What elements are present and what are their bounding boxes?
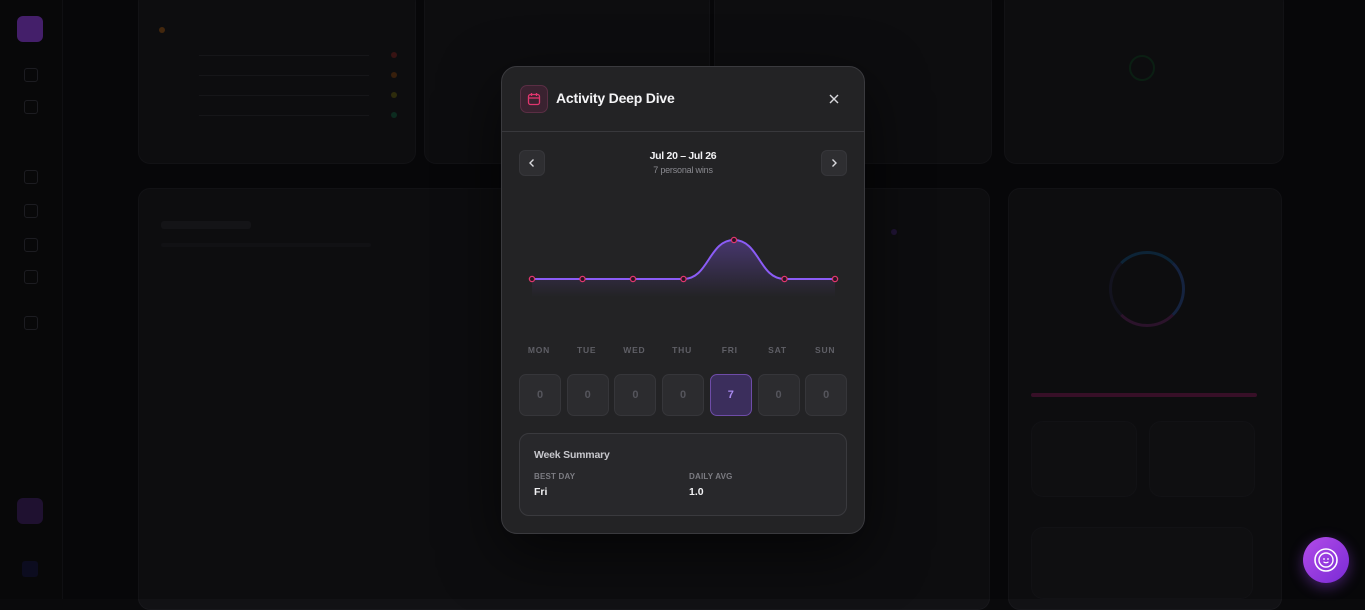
smile-icon bbox=[1314, 548, 1338, 572]
week-subtitle: 7 personal wins bbox=[653, 165, 713, 175]
close-button[interactable] bbox=[824, 89, 844, 109]
day-cell-tue[interactable]: 0 bbox=[566, 374, 609, 416]
day-cell-mon[interactable]: 0 bbox=[519, 374, 561, 416]
day-label-sun: SUN bbox=[815, 345, 836, 355]
day-cell-sun[interactable]: 0 bbox=[805, 374, 848, 416]
modal-header: Activity Deep Dive bbox=[502, 67, 864, 132]
chart-point-tue bbox=[579, 275, 586, 283]
day-cell-sat[interactable]: 0 bbox=[757, 374, 800, 416]
chart-point-fri bbox=[730, 236, 738, 244]
week-summary: Week Summary BEST DAY Fri DAILY AVG 1.0 bbox=[519, 433, 847, 516]
chart-point-sat bbox=[781, 275, 788, 283]
close-icon bbox=[829, 94, 839, 104]
day-label-fri: FRI bbox=[721, 345, 738, 355]
chart-point-wed bbox=[629, 275, 637, 283]
assistant-button[interactable] bbox=[1303, 537, 1349, 583]
day-label-wed: WED bbox=[623, 345, 646, 355]
best-day-label: BEST DAY bbox=[534, 472, 576, 481]
chart-series-line bbox=[532, 238, 835, 280]
chart-point-mon bbox=[528, 275, 536, 283]
day-label-sat: SAT bbox=[768, 345, 787, 355]
chart-point-sun bbox=[831, 275, 839, 283]
day-cell-fri[interactable]: 7 bbox=[709, 374, 752, 416]
daily-avg-value: 1.0 bbox=[689, 486, 704, 498]
daily-avg-label: DAILY AVG bbox=[689, 472, 733, 481]
calendar-icon bbox=[520, 85, 548, 113]
day-label-thu: THU bbox=[672, 345, 693, 355]
best-day-value: Fri bbox=[534, 486, 548, 498]
day-label-mon: MON bbox=[527, 345, 551, 355]
day-cell-wed[interactable]: 0 bbox=[614, 374, 657, 416]
week-range: Jul 20 – Jul 26 bbox=[649, 150, 717, 162]
modal-title: Activity Deep Dive bbox=[556, 90, 675, 106]
day-cell-thu[interactable]: 0 bbox=[662, 374, 705, 416]
next-week-button[interactable] bbox=[821, 150, 847, 176]
summary-title: Week Summary bbox=[534, 449, 610, 461]
chevron-right-icon bbox=[832, 159, 837, 167]
activity-modal: Activity Deep Dive Jul 20 – Jul 26 7 per… bbox=[501, 66, 865, 534]
day-label-tue: TUE bbox=[576, 345, 597, 355]
chart-point-thu bbox=[680, 275, 687, 283]
chart-area-fill bbox=[532, 240, 835, 297]
